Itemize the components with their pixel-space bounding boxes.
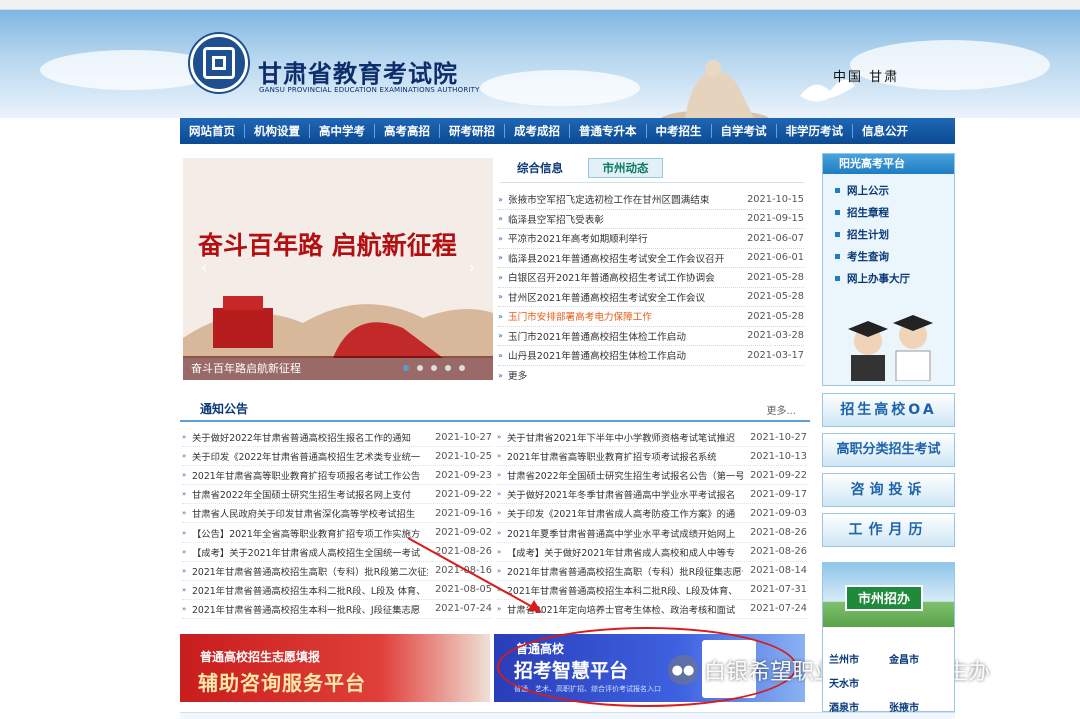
nav-non-degree[interactable]: 非学历考试: [777, 124, 853, 138]
city-link[interactable]: 兰州市: [829, 651, 859, 666]
news-item[interactable]: » 临泽县空军招飞受表彰 2021-09-15: [498, 210, 804, 229]
city-office-panel: 市州招办 兰州市 金昌市 天水市 酒泉市 张掖市: [822, 562, 955, 714]
notice-more-link[interactable]: 更多...: [766, 402, 796, 417]
slide-headline: 奋斗百年路 启航新征程: [198, 231, 457, 260]
city-office-sign: 市州招办: [845, 585, 923, 611]
news-item[interactable]: » 山丹县2021年普通高校招生体检工作启动 2021-03-17: [498, 346, 804, 366]
nav-upgrade[interactable]: 普通专升本: [570, 124, 647, 138]
notice-item[interactable]: » 2021年甘肃省高等职业教育扩招专项考试报名系统 2021-10-13: [497, 447, 807, 467]
graduates-illustration: [848, 315, 933, 381]
news-item[interactable]: » 平凉市2021年高考如期顺利举行 2021-06-07: [498, 229, 804, 249]
slide-caption[interactable]: 奋斗百年路启航新征程: [191, 360, 301, 376]
image-slider[interactable]: 奋斗百年路 启航新征程 ‹ › 奋斗百年路启航新征程: [183, 158, 493, 380]
slide-illustration: [183, 296, 493, 358]
wechat-icon: ●●: [668, 655, 698, 685]
volunteer-consult-banner[interactable]: 普通高校招生志愿填报 辅助咨询服务平台: [180, 634, 490, 702]
notice-title: 通知公告: [200, 402, 249, 416]
notice-item[interactable]: » 关于做好2022年甘肃省普通高校招生报名工作的通知 2021-10-27: [182, 428, 492, 448]
footer-strip: [180, 712, 955, 719]
notice-item[interactable]: » 关于印发《2022年甘肃省普通高校招生艺术类专业统一 2021-10-25: [182, 447, 492, 467]
nav-adult-exam[interactable]: 成考成招: [505, 124, 570, 138]
cloud: [480, 70, 640, 106]
promo-left-line2: 辅助咨询服务平台: [198, 671, 366, 695]
nav-high-school-exam[interactable]: 高中学考: [310, 124, 375, 138]
notice-item[interactable]: » 2021年甘肃省高等职业教育扩招专项报名考试工作公告 2021-09-23: [182, 466, 492, 486]
nav-self-study[interactable]: 自学考试: [712, 124, 777, 138]
notice-item[interactable]: » 关于做好2021年冬季甘肃省普通高中学业水平考试报名 2021-09-17: [497, 485, 807, 505]
notice-item[interactable]: » 甘肃省2022年全国硕士研究生招生考试报名网上支付 2021-09-22: [182, 485, 492, 505]
news-item[interactable]: » 甘州区2021年普通高校招生考试安全工作会议 2021-05-28: [498, 288, 804, 307]
nav-zhongkao[interactable]: 中考招生: [647, 124, 712, 138]
news-item[interactable]: » 玉门市2021年普通高校招生体检工作启动 2021-03-28: [498, 327, 804, 346]
admission-oa-button[interactable]: 招生高校OA: [822, 393, 955, 427]
annotation-arrow-icon: [407, 537, 542, 613]
sidebar-item-public-notice[interactable]: 网上公示: [823, 180, 954, 202]
promo-left-line1: 普通高校招生志愿填报: [200, 650, 321, 664]
sunshine-platform-header: 阳光高考平台: [823, 154, 954, 174]
nav-home[interactable]: 网站首页: [180, 124, 245, 138]
divider: [500, 182, 804, 183]
site-banner: 甘肃省教育考试院 GANSU PROVINCIAL EDUCATION EXAM…: [0, 10, 1080, 118]
nav-organization[interactable]: 机构设置: [245, 124, 310, 138]
sidebar-item-charter[interactable]: 招生章程: [823, 202, 954, 224]
work-calendar-button[interactable]: 工作月历: [822, 513, 955, 547]
slider-dot[interactable]: [445, 365, 451, 371]
notice-item[interactable]: » 甘肃省2022年全国硕士研究生招生考试报名公告（第一号 2021-09-22: [497, 466, 807, 486]
city-link[interactable]: 天水市: [829, 675, 859, 690]
nav-gaokao[interactable]: 高考高招: [375, 124, 440, 138]
slider-next-icon[interactable]: ›: [469, 258, 475, 277]
notice-item[interactable]: » 甘肃省人民政府关于印发甘肃省深化高等学校考试招生 2021-09-16: [182, 504, 492, 524]
nav-disclosure[interactable]: 信息公开: [853, 124, 917, 138]
news-tabs: 综合信息 市州动态: [500, 158, 800, 178]
city-link[interactable]: 金昌市: [889, 651, 919, 666]
tab-general-info[interactable]: 综合信息: [510, 158, 570, 178]
slider-dot[interactable]: [417, 365, 423, 371]
sidebar-item-query[interactable]: 考生查询: [823, 246, 954, 268]
tab-city-news[interactable]: 市州动态: [588, 158, 663, 178]
notice-header: 通知公告 更多...: [180, 394, 810, 422]
news-more-link[interactable]: » 更多: [498, 366, 804, 386]
sunshine-platform-panel: 阳光高考平台 网上公示 招生章程 招生计划 考生查询 网上办事大厅: [822, 153, 955, 386]
news-item[interactable]: » 临泽县2021年普通高校招生考试安全工作会议召开 2021-06-01: [498, 249, 804, 268]
news-item[interactable]: » 玉门市安排部署高考电力保障工作 2021-05-28: [498, 307, 804, 327]
slider-prev-icon[interactable]: ‹: [201, 258, 207, 277]
news-item[interactable]: » 张掖市空军招飞定选初检工作在甘州区圆满结束 2021-10-15: [498, 190, 804, 210]
site-subtitle: GANSU PROVINCIAL EDUCATION EXAMINATIONS …: [259, 86, 480, 94]
site-title: 甘肃省教育考试院: [258, 59, 458, 88]
authority-logo[interactable]: [190, 34, 248, 92]
nav-postgrad[interactable]: 研考研招: [440, 124, 505, 138]
vocational-exam-button[interactable]: 高职分类招生考试: [822, 433, 955, 467]
region-label: 中国 甘肃: [833, 70, 900, 85]
sidebar-item-service-hall[interactable]: 网上办事大厅: [823, 268, 954, 290]
news-list: » 张掖市空军招飞定选初检工作在甘州区圆满结束 2021-10-15 » 临泽县空军招…: [498, 190, 804, 385]
notice-item[interactable]: » 关于印发《2021年甘肃省成人高考防疫工作方案》的通 2021-09-03: [497, 504, 807, 524]
slider-dot[interactable]: [459, 365, 465, 371]
slider-dot[interactable]: [403, 365, 409, 371]
statue-illustration: [661, 60, 769, 118]
sidebar-item-plan[interactable]: 招生计划: [823, 224, 954, 246]
news-item[interactable]: » 白银区召开2021年普通高校招生考试工作协调会 2021-05-28: [498, 268, 804, 288]
slider-dot[interactable]: [431, 365, 437, 371]
notice-item[interactable]: » 关于甘肃省2021年下半年中小学教师资格考试笔试推迟 2021-10-27: [497, 428, 807, 448]
browser-top-strip: [0, 0, 1080, 10]
main-nav: 网站首页 机构设置 高中学考 高考高招 研考研招 成考成招 普通专升本 中考招生…: [180, 118, 955, 144]
consult-complaint-button[interactable]: 咨询投诉: [822, 473, 955, 507]
city-office-image: 市州招办: [823, 563, 954, 627]
